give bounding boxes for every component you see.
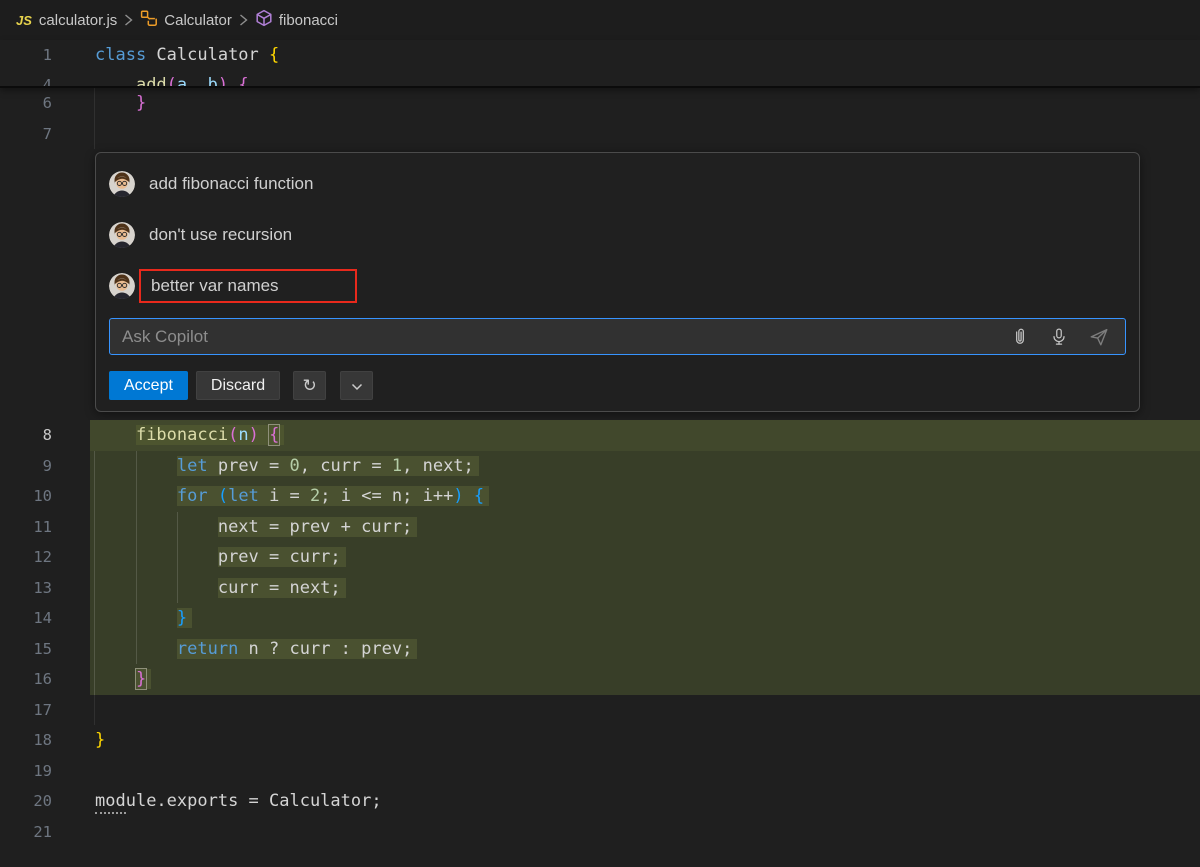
js-file-icon: JS <box>16 13 32 28</box>
breadcrumb-class[interactable]: Calculator <box>140 9 232 31</box>
code-line-18[interactable]: 18} <box>0 725 1200 756</box>
code-text <box>90 817 1200 848</box>
code-text: add(a, b) { <box>90 70 1200 88</box>
code-line-11[interactable]: 11 next = prev + curr; <box>0 512 1200 543</box>
line-number: 12 <box>0 542 90 573</box>
code-text: next = prev + curr; <box>90 512 1200 543</box>
breadcrumb-symbol-label: fibonacci <box>279 12 338 29</box>
code-line-20[interactable]: 20module.exports = Calculator; <box>0 786 1200 817</box>
refresh-icon: ↻ <box>303 376 317 396</box>
line-number: 10 <box>0 481 90 512</box>
line-number: 16 <box>0 664 90 695</box>
breadcrumb: JS calculator.js Calculator fibonacci <box>0 0 1200 40</box>
code-text: return n ? curr : prev; <box>90 634 1200 665</box>
code-text <box>90 695 1200 726</box>
code-line-21[interactable]: 21 <box>0 817 1200 848</box>
user-avatar <box>109 171 135 197</box>
editor-lines-top: 6 }7 <box>0 88 1200 149</box>
code-line-4[interactable]: 4 add(a, b) { <box>0 70 1200 88</box>
code-line-8[interactable]: 8 fibonacci(n) { <box>0 420 1200 451</box>
inline-chat-actions: Accept Discard ↻ <box>109 371 1126 400</box>
code-text: prev = curr; <box>90 542 1200 573</box>
code-text <box>90 119 1200 150</box>
code-text: curr = next; <box>90 573 1200 604</box>
code-text: } <box>90 664 1200 695</box>
line-number: 17 <box>0 695 90 726</box>
class-symbol-icon <box>140 9 158 31</box>
line-number: 15 <box>0 634 90 665</box>
line-number: 11 <box>0 512 90 543</box>
chevron-right-icon <box>239 13 248 27</box>
chat-message-text: better var names <box>151 276 279 296</box>
breadcrumb-symbol[interactable]: fibonacci <box>255 9 338 31</box>
code-line-6[interactable]: 6 } <box>0 88 1200 119</box>
chat-message-text: add fibonacci function <box>149 174 313 194</box>
breadcrumb-file-label: calculator.js <box>39 12 117 29</box>
code-line-9[interactable]: 9 let prev = 0, curr = 1, next; <box>0 451 1200 482</box>
chat-history: add fibonacci function don't use recursi… <box>109 165 1126 304</box>
discard-button[interactable]: Discard <box>196 371 280 400</box>
code-line-19[interactable]: 19 <box>0 756 1200 787</box>
line-number: 7 <box>0 119 90 150</box>
ask-copilot-inputbox <box>109 318 1126 355</box>
ask-copilot-input[interactable] <box>110 319 1010 354</box>
line-number: 1 <box>0 40 90 70</box>
code-text: } <box>90 88 1200 119</box>
method-symbol-icon <box>255 9 273 31</box>
chat-message: add fibonacci function <box>109 165 1126 202</box>
line-number: 13 <box>0 573 90 604</box>
line-number: 8 <box>0 420 90 451</box>
breadcrumb-class-label: Calculator <box>164 12 232 29</box>
code-line-10[interactable]: 10 for (let i = 2; i <= n; i++) { <box>0 481 1200 512</box>
code-text: let prev = 0, curr = 1, next; <box>90 451 1200 482</box>
code-line-12[interactable]: 12 prev = curr; <box>0 542 1200 573</box>
regenerate-button[interactable]: ↻ <box>293 371 326 400</box>
code-text: } <box>90 725 1200 756</box>
user-avatar <box>109 222 135 248</box>
chat-message: better var names <box>109 267 1126 304</box>
breadcrumb-file[interactable]: calculator.js <box>39 12 117 29</box>
code-line-7[interactable]: 7 <box>0 119 1200 150</box>
editor-lines-bottom: 8 fibonacci(n) {9 let prev = 0, curr = 1… <box>0 420 1200 847</box>
copilot-inline-chat-widget: add fibonacci function don't use recursi… <box>95 152 1140 412</box>
code-text: module.exports = Calculator; <box>90 786 1200 817</box>
code-text: fibonacci(n) { <box>90 420 1200 451</box>
code-text <box>90 756 1200 787</box>
line-number: 20 <box>0 786 90 817</box>
code-text: } <box>90 603 1200 634</box>
chat-message: don't use recursion <box>109 216 1126 253</box>
code-text: for (let i = 2; i <= n; i++) { <box>90 481 1200 512</box>
code-line-15[interactable]: 15 return n ? curr : prev; <box>0 634 1200 665</box>
line-number: 9 <box>0 451 90 482</box>
code-line-17[interactable]: 17 <box>0 695 1200 726</box>
line-number: 14 <box>0 603 90 634</box>
chevron-right-icon <box>124 13 133 27</box>
send-icon[interactable] <box>1088 326 1110 348</box>
sticky-scroll[interactable]: 1class Calculator {4 add(a, b) { <box>0 40 1200 88</box>
code-line-13[interactable]: 13 curr = next; <box>0 573 1200 604</box>
line-number: 18 <box>0 725 90 756</box>
line-number: 4 <box>0 70 90 88</box>
user-avatar <box>109 273 135 299</box>
code-line-14[interactable]: 14 } <box>0 603 1200 634</box>
chat-message-text: don't use recursion <box>149 225 292 245</box>
more-actions-button[interactable] <box>340 371 373 400</box>
attach-paperclip-icon[interactable] <box>1010 327 1030 347</box>
line-number: 6 <box>0 88 90 119</box>
code-line-16[interactable]: 16 } <box>0 664 1200 695</box>
chevron-down-icon <box>351 376 363 396</box>
red-annotation-box: better var names <box>139 269 357 303</box>
microphone-icon[interactable] <box>1049 327 1069 347</box>
accept-button[interactable]: Accept <box>109 371 188 400</box>
line-number: 19 <box>0 756 90 787</box>
code-line-1[interactable]: 1class Calculator { <box>0 40 1200 70</box>
line-number: 21 <box>0 817 90 848</box>
code-text: class Calculator { <box>90 40 1200 70</box>
